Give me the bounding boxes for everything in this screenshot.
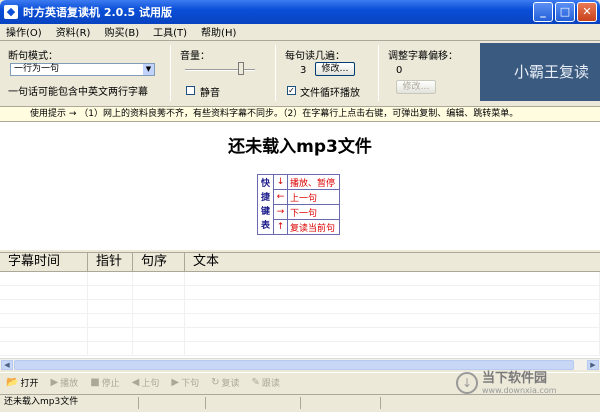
main-display: 还未载入mp3文件 快 捷 键 表 ↓ 播放、暂停 ← 上一句 → 下一句 ↑ … [0,122,600,250]
horizontal-scrollbar[interactable]: ◀ ▶ [0,358,600,370]
load-status-headline: 还未载入mp3文件 [228,137,372,157]
window-title: 时方英语复读机 2.0.5 试用版 [23,6,172,19]
previous-sentence-button[interactable]: ◀ 上句 [132,376,160,389]
scroll-left-icon[interactable]: ◀ [1,360,13,370]
table-row [0,328,600,342]
subtitle-grid-header: 字幕时间 指针 句序 文本 [0,252,600,272]
sentence-mode-label: 断句模式： [8,51,58,62]
arrow-right-icon: → [273,204,288,220]
menu-buy[interactable]: 购买(B) [104,24,139,39]
stop-icon: ■ [90,377,100,388]
scrollbar-thumb[interactable] [14,360,574,370]
column-header-text[interactable]: 文本 [185,253,600,271]
close-button[interactable]: ✕ [577,2,597,22]
menu-operate[interactable]: 操作(O) [6,24,42,39]
sentence-mode-value: 一行为一句 [14,64,60,74]
scroll-right-icon[interactable]: ▶ [587,360,599,370]
mute-label: 静音 [200,88,220,99]
watermark-logo-icon: ↓ [456,372,478,394]
repeat-button[interactable]: ↻ 复读 [211,376,239,389]
watermark-title: 当下软件园 [482,370,548,386]
previous-icon: ◀ [131,377,140,388]
status-bar: 还未载入mp3文件 [0,394,600,410]
next-sentence-button[interactable]: ▶ 下句 [171,376,199,389]
shortcut-play-pause: 播放、暂停 [287,174,340,190]
table-row [0,272,600,286]
follow-read-button[interactable]: ✎ 跟读 [252,376,280,389]
offset-value: 0 [396,65,403,76]
offset-label: 调整字幕偏移： [388,51,458,62]
menu-bar: 操作(O) 资料(R) 购买(B) 工具(T) 帮助(H) [0,24,600,39]
volume-slider-track[interactable] [185,69,255,71]
status-divider [300,397,301,409]
shortcut-table: 快 捷 键 表 ↓ 播放、暂停 ← 上一句 → 下一句 ↑ 复读当前句 [257,174,340,235]
menu-resource[interactable]: 资料(R) [56,24,91,39]
divider [378,45,379,101]
stop-button[interactable]: ■ 停止 [90,376,119,389]
status-divider [380,397,381,409]
column-header-time[interactable]: 字幕时间 [0,253,88,271]
arrow-left-icon: ← [273,189,288,205]
offset-modify-button[interactable]: 修改… [396,80,436,94]
repeat-icon: ↻ [211,377,220,388]
watermark: ↓ 当下软件园 www.downxia.com [456,370,598,396]
table-row [0,314,600,328]
arrow-down-icon: ↓ [273,174,288,190]
maximize-button[interactable]: □ [555,2,575,22]
table-row [0,286,600,300]
shortcut-next: 下一句 [287,204,340,220]
status-divider [205,397,206,409]
play-icon: ▶ [50,377,59,388]
subtitle-grid[interactable] [0,272,600,358]
window-controls: _ □ ✕ [533,2,597,22]
tip-bar: 使用提示 → （1）网上的资料良莠不齐，有些资料字幕不同步。（2）在字幕行上点击… [0,106,600,122]
mute-checkbox[interactable] [186,86,195,95]
play-button[interactable]: ▶ 播放 [50,376,78,389]
open-button[interactable]: 📂 打开 [6,376,38,389]
column-header-pointer[interactable]: 指针 [88,253,133,271]
table-row [0,342,600,356]
shortcut-repeat: 复读当前句 [287,219,340,235]
control-panel: 断句模式： 一行为一句 ▼ 一句话可能包含中英文两行字幕 音量： 静音 每句读几… [0,40,600,104]
minimize-button[interactable]: _ [533,2,553,22]
status-text: 还未载入mp3文件 [4,397,79,407]
menu-tools[interactable]: 工具(T) [153,24,187,39]
title-bar: ◆ 时方英语复读机 2.0.5 试用版 _ □ ✕ [0,0,600,24]
repeat-count: 3 [300,65,307,76]
divider [275,45,276,101]
shortcut-previous: 上一句 [287,189,340,205]
menu-help[interactable]: 帮助(H) [201,24,236,39]
volume-slider-thumb[interactable] [238,62,244,75]
column-header-order[interactable]: 句序 [133,253,185,271]
shortcut-table-title: 快 捷 键 表 [257,174,274,235]
divider [170,45,171,101]
app-icon: ◆ [4,5,18,19]
status-divider [138,397,139,409]
ad-banner[interactable]: 小霸王复读 [480,43,600,101]
pen-icon: ✎ [251,377,260,388]
sentence-mode-select[interactable]: 一行为一句 ▼ [10,63,155,76]
table-row [0,300,600,314]
arrow-up-icon: ↑ [273,219,288,235]
volume-label: 音量： [180,51,210,62]
folder-icon: 📂 [6,377,19,388]
repeat-modify-button[interactable]: 修改… [315,62,355,76]
loop-label: 文件循环播放 [300,88,360,99]
loop-checkbox[interactable]: ✓ [287,86,296,95]
chevron-down-icon[interactable]: ▼ [143,64,154,75]
next-icon: ▶ [171,377,180,388]
sentence-mode-hint: 一句话可能包含中英文两行字幕 [8,87,148,98]
repeat-label: 每句读几遍： [285,51,345,62]
